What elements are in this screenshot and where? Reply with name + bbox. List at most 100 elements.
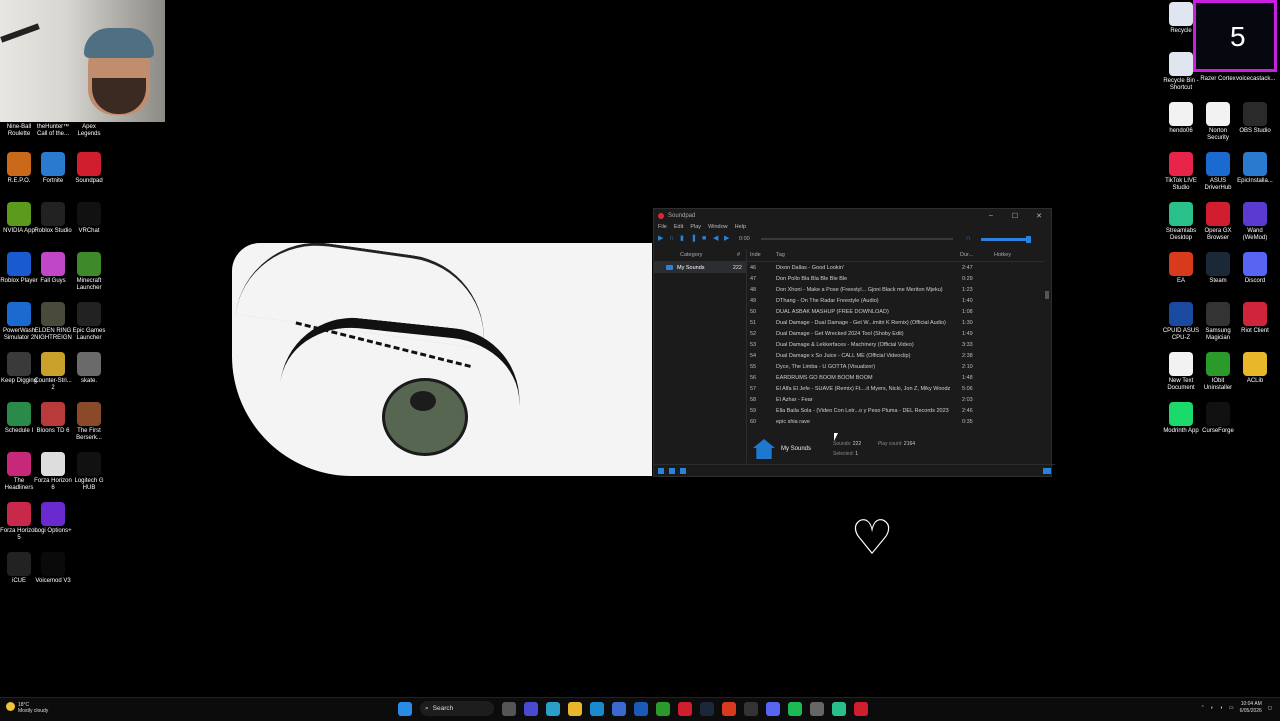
clock[interactable]: 10:04 AM 6/05/2026 <box>1240 701 1262 714</box>
battery-icon[interactable]: ▭ <box>1229 705 1234 711</box>
desktop-icon[interactable]: CPUID ASUS CPU-Z <box>1162 302 1200 341</box>
sound-row[interactable]: 53 Dual Damage & Lekkerfaces - Machinery … <box>747 339 1045 350</box>
desktop-icon[interactable]: EA <box>1162 252 1200 285</box>
desktop-icon[interactable]: ELDEN RING NIGHTREIGN <box>34 302 72 341</box>
volume-icon[interactable]: ◖ <box>1220 705 1223 711</box>
desktop-icon[interactable]: Roblox Player <box>0 252 38 285</box>
opera-icon[interactable] <box>678 701 692 716</box>
ea-icon[interactable] <box>722 701 736 716</box>
desktop-icon[interactable]: Streamlabs Desktop <box>1162 202 1200 241</box>
soundpad-taskbar-icon[interactable] <box>854 701 868 716</box>
sound-row[interactable]: 50 DUAL ASBAK MASHUP (FREE DOWNLOAD) 1:08 <box>747 306 1045 317</box>
desktop-icon[interactable]: Epic Games Launcher <box>70 302 108 341</box>
steam-icon[interactable] <box>700 701 714 716</box>
desktop-icon[interactable]: R.E.P.O. <box>0 152 38 185</box>
desktop-icon[interactable]: OBS Studio <box>1236 102 1274 135</box>
column-hotkey[interactable]: Hotkey <box>994 252 1034 258</box>
status-play-icon[interactable] <box>658 467 664 474</box>
desktop-icon[interactable]: Razer Cortex <box>1199 76 1237 83</box>
desktop-icon[interactable]: Minecraft Launcher <box>70 252 108 291</box>
desktop-icon[interactable]: Forza Horizon 5 <box>0 502 38 541</box>
sound-row[interactable]: 51 Dual Damage - Dual Damage - Get W...im… <box>747 317 1045 328</box>
iobit-icon[interactable] <box>656 701 670 716</box>
menu-play[interactable]: Play <box>690 224 701 230</box>
outlook-icon[interactable] <box>634 701 648 716</box>
desktop-icon[interactable]: Norton Security <box>1199 102 1237 141</box>
close-button[interactable]: ✕ <box>1027 212 1051 220</box>
desktop-icon[interactable]: Modrinth App <box>1162 402 1200 435</box>
previous-icon[interactable]: ◀ <box>713 235 719 242</box>
status-monitor-icon[interactable] <box>1043 467 1051 474</box>
sound-row[interactable]: 48 Don Xhoni - Make a Pose (Freestyl... G… <box>747 284 1045 295</box>
desktop-icon[interactable]: New Text Document <box>1162 352 1200 391</box>
desktop-icon[interactable]: TikTok LIVE Studio <box>1162 152 1200 191</box>
play-icon[interactable]: ▶ <box>658 235 664 242</box>
stop-icon[interactable]: ■ <box>702 235 708 242</box>
task-view-icon[interactable] <box>502 701 516 716</box>
copilot-icon[interactable] <box>546 701 560 716</box>
sound-row[interactable]: 56 EARDRUMS GO BOOM BOOM BOOM 1:48 <box>747 372 1045 383</box>
edge-icon[interactable] <box>590 701 604 716</box>
headphones-volume-icon[interactable]: ∩ <box>966 235 972 242</box>
settings-icon[interactable] <box>810 701 824 716</box>
desktop-icon[interactable]: Nine-Ball Roulette <box>0 124 38 137</box>
desktop-icon[interactable]: Wand (WeMod) <box>1236 202 1274 241</box>
sound-row[interactable]: 49 DThang - On The Radar Freestyle (Audio… <box>747 295 1045 306</box>
desktop-icon[interactable]: Apex Legends <box>70 124 108 137</box>
desktop-icon[interactable]: theHunter™ Call of the... <box>34 124 72 137</box>
headphones-icon[interactable]: ∩ <box>669 235 675 242</box>
sound-row[interactable]: 52 Dual Damage - Get Wrecked 2024 Tool (S… <box>747 328 1045 339</box>
soundpad-window[interactable]: Soundpad – ☐ ✕ File Edit Play Window Hel… <box>653 208 1055 477</box>
desktop-icon[interactable]: CurseForge <box>1199 402 1237 435</box>
desktop-icon[interactable]: Riot Client <box>1236 302 1274 335</box>
desktop-icon[interactable]: Logitech G HUB <box>70 452 108 491</box>
file-explorer-icon[interactable] <box>568 701 582 716</box>
desktop-icon[interactable]: Steam <box>1199 252 1237 285</box>
desktop-icon[interactable]: Bloons TD 6 <box>34 402 72 435</box>
desktop-icon[interactable]: Forza Horizon 6 <box>34 452 72 491</box>
column-index[interactable]: Inde <box>747 252 772 258</box>
sound-row[interactable]: 46 Dixon Dallas - Good Lookin' 2:47 <box>747 262 1045 273</box>
desktop-icon[interactable]: Discord <box>1236 252 1274 285</box>
notifications-icon[interactable]: ◻ <box>1268 705 1272 711</box>
seek-bar[interactable] <box>760 238 953 240</box>
desktop-icon[interactable]: The Headliners <box>0 452 38 491</box>
status-mic-icon[interactable] <box>680 467 686 474</box>
desktop-icon[interactable]: Roblox Studio <box>34 202 72 235</box>
discord-icon[interactable] <box>766 701 780 716</box>
taskbar-search[interactable]: ⌕ Search <box>420 701 494 716</box>
sound-row[interactable]: 59 Ella Baila Sola - (Video Con Letr...o … <box>747 405 1045 416</box>
desktop-icon[interactable]: Fortnite <box>34 152 72 185</box>
status-list-icon[interactable] <box>669 467 675 474</box>
sound-row[interactable]: 58 El Azhar - Fear 2:03 <box>747 394 1045 405</box>
soundpad-titlebar[interactable]: Soundpad – ☐ ✕ <box>654 209 1051 222</box>
menu-help[interactable]: Help <box>735 224 746 230</box>
widgets-icon[interactable] <box>524 701 538 716</box>
desktop-icon[interactable]: Counter-Stri... 2 <box>34 352 72 391</box>
desktop-icon[interactable]: hendo06 <box>1162 102 1200 135</box>
desktop-icon[interactable]: Schedule I <box>0 402 38 435</box>
desktop-icon[interactable]: VRChat <box>70 202 108 235</box>
desktop-icon[interactable]: Soundpad <box>70 152 108 185</box>
pause-icon[interactable]: ❚ <box>691 235 697 242</box>
volume-slider[interactable] <box>980 235 1031 243</box>
windows-start-icon[interactable] <box>398 701 412 716</box>
menu-edit[interactable]: Edit <box>674 224 683 230</box>
desktop-icon[interactable]: NVIDIA App <box>0 202 38 235</box>
sound-row[interactable]: 54 Dual Damage x So Juice - CALL ME (Offi… <box>747 350 1045 361</box>
sound-row[interactable]: 47 Don Pollo Bla Bla Ble Ble Ble 0:29 <box>747 273 1045 284</box>
sound-row[interactable]: 57 El Alfa El Jefe - SUAVE (Remix) Ft....… <box>747 383 1045 394</box>
desktop-icon[interactable]: Keep Digging <box>0 352 38 385</box>
category-item-my-sounds[interactable]: My Sounds 222 <box>654 262 746 273</box>
column-tag[interactable]: Tag <box>772 252 960 258</box>
desktop-icon[interactable]: voicecastack... <box>1236 76 1275 83</box>
desktop-icon[interactable]: Samsung Magician <box>1199 302 1237 341</box>
desktop-icon[interactable]: EpicInstalla... <box>1236 152 1274 185</box>
menu-window[interactable]: Window <box>708 224 728 230</box>
sound-row[interactable]: 60 epic shia rave 0:35 <box>747 416 1045 427</box>
desktop-icon[interactable]: Fall Guys <box>34 252 72 285</box>
streamlabs-icon[interactable] <box>832 701 846 716</box>
tray-overflow-icon[interactable]: ⌃ <box>1201 705 1205 711</box>
column-duration[interactable]: Dur... <box>960 252 994 258</box>
microphone-icon[interactable]: ▮ <box>680 235 686 242</box>
